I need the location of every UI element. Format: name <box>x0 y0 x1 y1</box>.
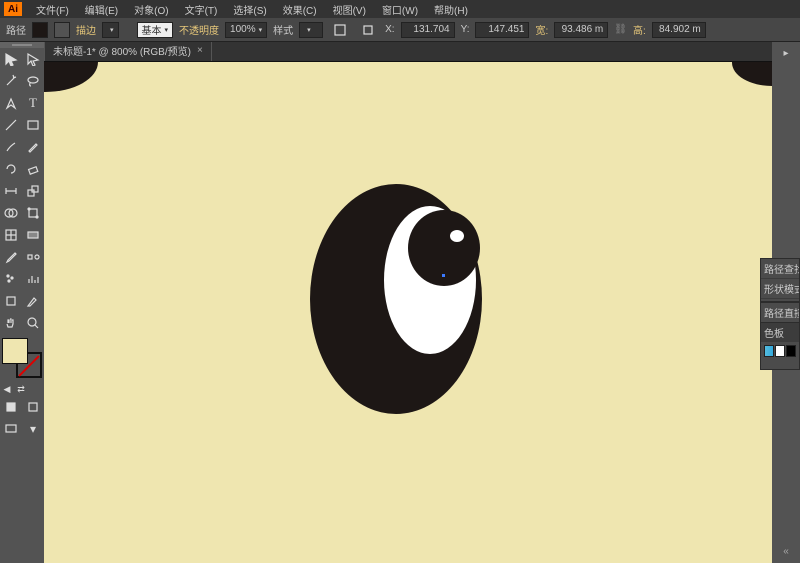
menu-help[interactable]: 帮助(H) <box>426 0 476 19</box>
hand-tool-icon[interactable] <box>0 312 22 334</box>
app-logo: Ai <box>4 2 22 16</box>
eyedropper-tool-icon[interactable] <box>0 246 22 268</box>
direct-selection-tool-icon[interactable] <box>22 48 44 70</box>
tools-panel: T ◀ ⇄ ▾ <box>0 42 44 563</box>
free-transform-tool-icon[interactable] <box>22 202 44 224</box>
stroke-label: 描边 <box>76 22 96 37</box>
fill-stroke-control[interactable] <box>2 338 42 378</box>
selection-type-label: 路径 <box>6 22 26 37</box>
height-label: 高: <box>633 22 646 37</box>
lasso-tool-icon[interactable] <box>22 70 44 92</box>
x-label: X: <box>385 24 394 35</box>
options-bar: 路径 描边 ▾ 基本▾ 不透明度 100%▾ 样式 ▾ X: 131.704 Y… <box>0 18 800 42</box>
panel-collapse-icon[interactable]: ▸ <box>772 42 800 64</box>
menu-object[interactable]: 对象(O) <box>126 0 176 19</box>
align-icon[interactable] <box>329 19 351 41</box>
direct-select-title: 路径直接选 <box>761 303 799 323</box>
menu-view[interactable]: 视图(V) <box>325 0 374 19</box>
fill-swatch[interactable] <box>2 338 28 364</box>
chevron-down-icon: ▾ <box>110 26 114 34</box>
shape-mode-label: 形状模式 <box>761 279 799 299</box>
drawmodes-behind-icon[interactable] <box>22 396 44 418</box>
menu-window[interactable]: 窗口(W) <box>374 0 426 19</box>
stroke-swatch-icon[interactable] <box>54 22 70 38</box>
color-mode-icon[interactable]: ◀ <box>0 382 14 396</box>
width-tool-icon[interactable] <box>0 180 22 202</box>
brush-style-dropdown[interactable]: 基本▾ <box>137 22 174 38</box>
mesh-tool-icon[interactable] <box>0 224 22 246</box>
artboard-tool-icon[interactable] <box>0 290 22 312</box>
scale-tool-icon[interactable] <box>22 180 44 202</box>
stroke-weight-dropdown[interactable]: ▾ <box>102 22 119 38</box>
menu-effect[interactable]: 效果(C) <box>275 0 325 19</box>
magic-wand-tool-icon[interactable] <box>0 70 22 92</box>
menu-select[interactable]: 选择(S) <box>225 0 274 19</box>
document-tab[interactable]: 未标题-1* @ 800% (RGB/预览) × <box>44 39 212 61</box>
pencil-tool-icon[interactable] <box>22 136 44 158</box>
chevron-down-icon: ▾ <box>165 26 169 34</box>
swatch-black[interactable] <box>786 345 796 357</box>
graph-tool-icon[interactable] <box>22 268 44 290</box>
rectangle-tool-icon[interactable] <box>22 114 44 136</box>
menu-bar: Ai 文件(F) 编辑(E) 对象(O) 文字(T) 选择(S) 效果(C) 视… <box>0 0 800 18</box>
expand-panels-icon[interactable]: « <box>772 546 800 557</box>
menu-edit[interactable]: 编辑(E) <box>77 0 126 19</box>
width-label: 宽: <box>535 22 548 37</box>
pathfinder-panel[interactable]: 路径查找器 形状模式 <box>760 258 800 302</box>
x-input[interactable]: 131.704 <box>401 22 455 38</box>
transform-icon[interactable] <box>357 19 379 41</box>
screenmode-menu-icon[interactable]: ▾ <box>22 418 44 440</box>
swatches-row <box>761 342 799 360</box>
chevron-down-icon: ▾ <box>307 26 311 34</box>
pen-tool-icon[interactable] <box>0 92 22 114</box>
slice-tool-icon[interactable] <box>22 290 44 312</box>
opacity-label: 不透明度 <box>179 22 219 37</box>
eye-highlight-ellipse <box>450 230 464 242</box>
line-tool-icon[interactable] <box>0 114 22 136</box>
swap-fill-stroke-icon[interactable]: ⇄ <box>14 382 28 396</box>
direct-select-panel[interactable]: 路径直接选 <box>760 302 800 324</box>
selection-tool-icon[interactable] <box>0 48 22 70</box>
menu-type[interactable]: 文字(T) <box>177 0 226 19</box>
link-icon[interactable]: ⛓ <box>614 24 627 35</box>
screenmode-icon[interactable] <box>0 418 22 440</box>
graphic-style-dropdown[interactable]: ▾ <box>299 22 323 38</box>
swatches-panel[interactable]: 色板 <box>760 322 800 370</box>
type-tool-icon[interactable]: T <box>22 92 44 114</box>
zoom-tool-icon[interactable] <box>22 312 44 334</box>
symbolspray-tool-icon[interactable] <box>0 268 22 290</box>
opacity-dropdown[interactable]: 100%▾ <box>225 22 267 38</box>
selection-anchor-point[interactable] <box>442 274 445 277</box>
document-tab-title: 未标题-1* @ 800% (RGB/预览) <box>53 43 191 58</box>
swatch-gradient[interactable] <box>764 345 774 357</box>
swatch-white[interactable] <box>775 345 785 357</box>
blend-tool-icon[interactable] <box>22 246 44 268</box>
y-label: Y: <box>461 24 470 35</box>
document-tab-bar: 未标题-1* @ 800% (RGB/预览) × <box>0 42 800 62</box>
gradient-tool-icon[interactable] <box>22 224 44 246</box>
style-label: 样式 <box>273 22 293 37</box>
height-input[interactable]: 84.902 m <box>652 22 706 38</box>
shape-corner-top-right <box>732 62 772 86</box>
drawmodes-normal-icon[interactable] <box>0 396 22 418</box>
brush-tool-icon[interactable] <box>0 136 22 158</box>
shape-corner-top-left <box>44 62 98 92</box>
close-icon[interactable]: × <box>197 45 203 56</box>
chevron-down-icon: ▾ <box>259 26 263 34</box>
fill-swatch-icon[interactable] <box>32 22 48 38</box>
swatches-title: 色板 <box>761 323 799 342</box>
y-input[interactable]: 147.451 <box>475 22 529 38</box>
shapebuilder-tool-icon[interactable] <box>0 202 22 224</box>
width-input[interactable]: 93.486 m <box>554 22 608 38</box>
menu-file[interactable]: 文件(F) <box>28 0 77 19</box>
rotate-tool-icon[interactable] <box>0 158 22 180</box>
artwork <box>44 62 772 563</box>
pathfinder-title: 路径查找器 <box>761 259 799 279</box>
canvas[interactable] <box>44 62 772 563</box>
eraser-tool-icon[interactable] <box>22 158 44 180</box>
